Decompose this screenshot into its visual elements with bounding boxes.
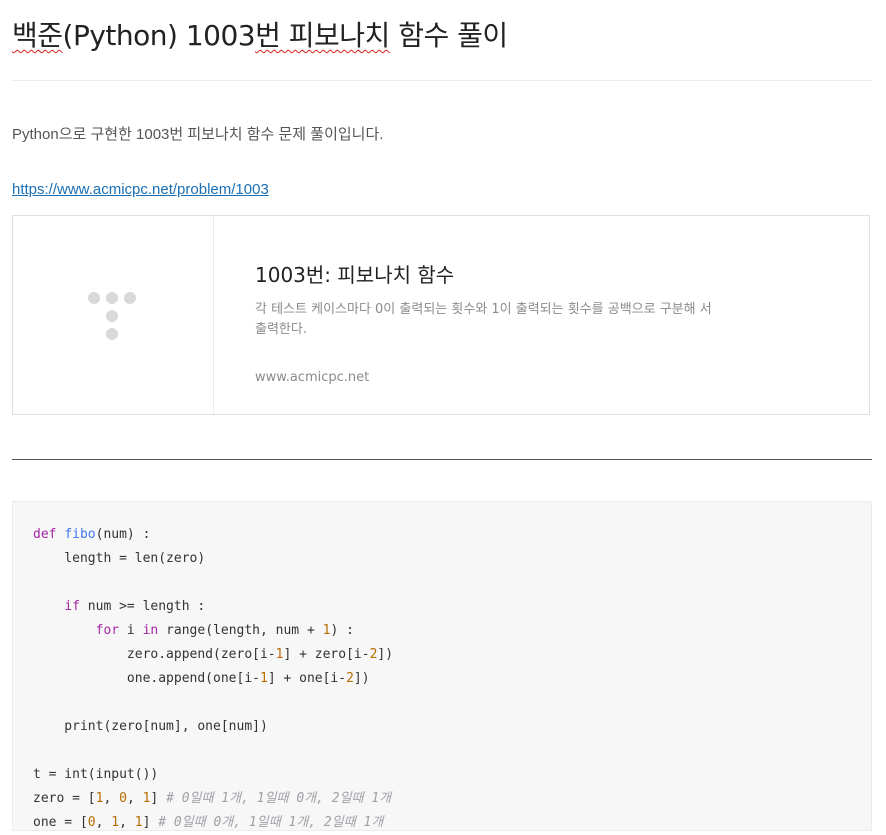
code-token: i xyxy=(119,623,143,638)
code-token: ] xyxy=(142,815,159,830)
code-token: zero.append(zero[i- xyxy=(33,647,276,662)
code-token: # 0일때 0개, 1일때 1개, 2일때 1개 xyxy=(158,815,384,830)
code-line: print(zero[num], one[num]) xyxy=(33,715,393,739)
post-title-suffix: 함수 풀이 xyxy=(389,19,508,52)
code-token: def xyxy=(33,527,57,542)
code-token: 0 xyxy=(119,791,127,806)
post-title: 백준(Python) 1003번 피보나치 함수 풀이 xyxy=(12,14,508,54)
code-token: fibo xyxy=(64,527,96,542)
code-token: ] + zero[i- xyxy=(283,647,370,662)
code-token: 0 xyxy=(87,815,96,830)
card-title: 1003번: 피보나치 함수 xyxy=(255,263,455,287)
code-token: ]) xyxy=(353,671,370,686)
code-token: ) : xyxy=(330,623,354,638)
code-line: zero = [1, 0, 1] # 0일때 1개, 1일때 0개, 2일때 1… xyxy=(33,787,393,811)
code-line: one = [0, 1, 1] # 0일때 0개, 1일때 1개, 2일때 1개 xyxy=(33,811,393,835)
code-token: 1 xyxy=(134,815,143,830)
post-title-prefix: 백준 xyxy=(12,19,63,52)
code-token: zero = [ xyxy=(33,791,96,806)
code-token: one = [ xyxy=(33,815,88,830)
code-token: , xyxy=(95,815,112,830)
code-token: 1 xyxy=(111,815,120,830)
post-title-squiggle: 번 피보나치 xyxy=(255,19,390,52)
code-line: if num >= length : xyxy=(33,595,393,619)
code-token: for xyxy=(95,623,120,638)
code-content: def fibo(num) : length = len(zero) if nu… xyxy=(33,523,393,835)
code-token: # 0일때 1개, 1일때 0개, 2일때 1개 xyxy=(166,791,392,806)
code-block: def fibo(num) : length = len(zero) if nu… xyxy=(12,501,872,831)
card-domain: www.acmicpc.net xyxy=(255,370,370,385)
code-token: print(zero[num], one[num]) xyxy=(33,719,268,734)
code-token: ] + one[i- xyxy=(267,671,347,686)
code-token: ] xyxy=(150,791,167,806)
code-token: (num) : xyxy=(95,527,151,542)
code-token: , xyxy=(126,791,143,806)
code-line: t = int(input()) xyxy=(33,763,393,787)
code-token: , xyxy=(119,815,135,830)
code-token: , xyxy=(103,791,120,806)
code-line: one.append(one[i-1] + one[i-2]) xyxy=(33,667,393,691)
code-token: in xyxy=(142,623,159,638)
card-thumbnail xyxy=(13,216,214,414)
code-line: length = len(zero) xyxy=(33,547,393,571)
code-token: if xyxy=(64,599,80,614)
code-line: for i in range(length, num + 1) : xyxy=(33,619,393,643)
code-token: num >= length : xyxy=(79,599,206,614)
problem-link[interactable]: https://www.acmicpc.net/problem/1003 xyxy=(12,181,269,198)
code-line: def fibo(num) : xyxy=(33,523,393,547)
title-divider xyxy=(12,80,872,81)
code-token: t = int(input()) xyxy=(33,767,159,782)
code-token: length = len(zero) xyxy=(33,551,206,566)
section-divider xyxy=(12,459,872,460)
code-token: ]) xyxy=(377,647,394,662)
link-preview-card[interactable]: 1003번: 피보나치 함수 각 테스트 케이스마다 0이 출력되는 횟수와 1… xyxy=(12,215,870,415)
code-token: 1 xyxy=(259,671,268,686)
code-token: 2 xyxy=(346,671,354,686)
code-token: range(length, num + xyxy=(158,623,323,638)
post-title-middle: (Python) 1003 xyxy=(62,19,256,52)
card-description: 각 테스트 케이스마다 0이 출력되는 횟수와 1이 출력되는 횟수를 공백으로… xyxy=(255,302,712,337)
code-line: zero.append(zero[i-1] + zero[i-2]) xyxy=(33,643,393,667)
code-token: one.append(one[i- xyxy=(33,671,260,686)
intro-text: Python으로 구현한 1003번 피보나치 함수 문제 풀이입니다. xyxy=(12,126,384,143)
